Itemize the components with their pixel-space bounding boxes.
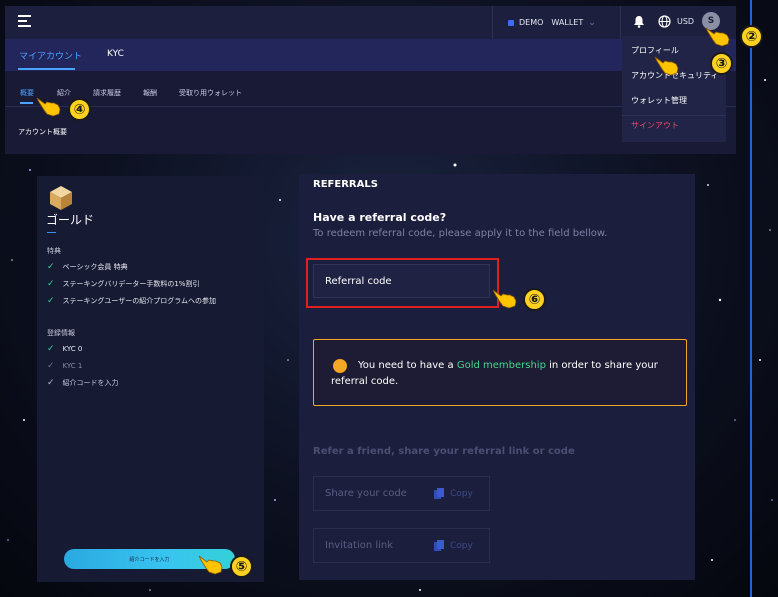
chevron-down-icon: ⌄ xyxy=(588,17,596,28)
referrals-heading: REFERRALS xyxy=(313,179,378,190)
check-icon: ✓ xyxy=(47,378,55,388)
wallet-mode-selector[interactable]: DEMO WALLET ⌄ xyxy=(492,6,621,39)
copy-code-button[interactable]: Copy xyxy=(434,487,473,500)
wallet-icon xyxy=(508,19,514,26)
step-marker-3: ③ xyxy=(710,52,733,75)
bell-icon[interactable] xyxy=(633,15,645,28)
app-screen: { "header": { "demo_label": "DEMO", "wal… xyxy=(0,0,778,597)
share-code-label: Share your code xyxy=(325,488,407,499)
gold-cube-icon xyxy=(50,186,72,210)
membership-title: ゴールド xyxy=(46,213,95,227)
currency-selector[interactable]: USD xyxy=(677,17,694,26)
benefit-item: ✓ ステーキングユーザーの紹介プログラムへの参加 xyxy=(47,296,216,306)
benefit-item: ✓ ベーシック会員 特典 xyxy=(47,262,128,272)
check-icon: ✓ xyxy=(47,344,55,354)
pointing-hand-icon xyxy=(36,97,61,117)
step-marker-5: ⑤ xyxy=(230,555,253,578)
active-tab-indicator xyxy=(18,68,75,70)
share-code-field: Share your code Copy xyxy=(313,476,490,511)
menu-divider xyxy=(622,115,726,116)
invitation-link-label: Invitation link xyxy=(325,540,394,551)
invitation-link-field: Invitation link Copy xyxy=(313,528,490,563)
tab-overview[interactable]: 概要 xyxy=(20,88,34,98)
step-marker-6: ⑥ xyxy=(523,288,546,311)
top-bar: DEMO WALLET ⌄ USD S xyxy=(5,6,736,39)
menu-item-wallet-management[interactable]: ウォレット管理 xyxy=(631,95,726,106)
tab-billing-history[interactable]: 請求履歴 xyxy=(93,88,121,98)
tab-kyc[interactable]: KYC xyxy=(107,49,124,59)
referral-subtitle: To redeem referral code, please apply it… xyxy=(313,228,608,239)
check-icon: ✓ xyxy=(47,361,55,371)
notice-text: You need to have a Gold membership in or… xyxy=(331,360,658,387)
referral-question: Have a referral code? xyxy=(313,211,447,224)
active-subtab-indicator xyxy=(20,102,33,104)
registration-item: ✓ KYC 1 xyxy=(47,361,83,371)
wallet-label: WALLET xyxy=(551,18,584,27)
registration-item: ✓ KYC 0 xyxy=(47,344,83,354)
benefit-item: ✓ ステーキングバリデーター手数料の1%割引 xyxy=(47,279,200,289)
benefits-label: 特典 xyxy=(47,247,61,255)
pointing-hand-icon xyxy=(492,289,517,309)
menu-item-sign-out[interactable]: サインアウト xyxy=(631,120,726,131)
tab-receiving-wallet[interactable]: 受取り用ウォレット xyxy=(179,88,242,98)
copy-icon xyxy=(434,487,444,499)
step-marker-4: ④ xyxy=(68,98,91,121)
pointing-hand-icon xyxy=(198,555,223,575)
registration-item: ✓ 紹介コードを入力 xyxy=(47,378,119,388)
membership-card: ゴールド 特典 ✓ ベーシック会員 特典 ✓ ステーキングバリデーター手数料の1… xyxy=(37,176,264,582)
share-section-title: Refer a friend, share your referral link… xyxy=(313,446,575,457)
tab-my-account[interactable]: マイアカウント xyxy=(19,49,82,62)
demo-label: DEMO xyxy=(519,18,544,27)
copy-icon xyxy=(434,539,444,551)
globe-icon[interactable] xyxy=(658,15,671,28)
check-icon: ✓ xyxy=(47,279,55,289)
referrals-card: REFERRALS Have a referral code? To redee… xyxy=(299,174,695,580)
guide-line xyxy=(750,0,752,597)
check-icon: ✓ xyxy=(47,262,55,272)
check-icon: ✓ xyxy=(47,296,55,306)
profile-dropdown: プロフィール アカウントセキュリティ ウォレット管理 サインアウト xyxy=(622,36,726,142)
pointing-hand-icon xyxy=(654,56,679,76)
step-marker-2: ② xyxy=(740,25,763,48)
tab-rewards[interactable]: 報酬 xyxy=(143,88,157,98)
membership-notice: You need to have a Gold membership in or… xyxy=(313,339,687,406)
page-title: アカウント概要 xyxy=(18,128,67,136)
hamburger-menu-icon[interactable] xyxy=(18,15,31,28)
registration-label: 登録情報 xyxy=(47,329,75,337)
highlight-frame xyxy=(306,258,499,308)
gold-membership-link[interactable]: Gold membership xyxy=(457,360,546,371)
title-divider xyxy=(47,232,56,233)
pointing-hand-icon xyxy=(705,27,730,47)
copy-link-button[interactable]: Copy xyxy=(434,539,473,552)
